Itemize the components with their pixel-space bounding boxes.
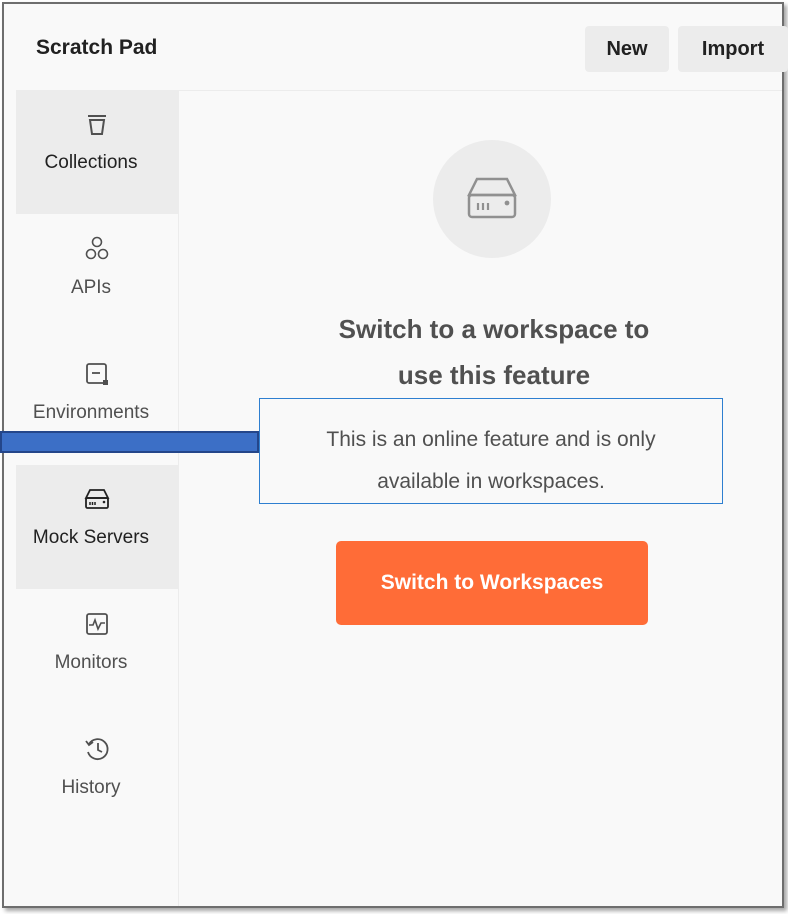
environments-icon bbox=[16, 360, 178, 388]
description-line-1: This is an online feature and is only bbox=[326, 428, 656, 451]
sidebar-item-label: Collections bbox=[44, 152, 138, 173]
monitor-icon bbox=[16, 610, 178, 638]
sidebar-item-label: Monitors bbox=[54, 652, 128, 673]
description-highlight-box: This is an online feature and is only av… bbox=[259, 398, 723, 504]
new-button[interactable]: New bbox=[585, 26, 669, 72]
history-icon bbox=[16, 735, 178, 763]
sidebar-item-history[interactable]: History bbox=[16, 715, 178, 839]
import-button[interactable]: Import bbox=[678, 26, 788, 72]
sidebar-item-label: Environments bbox=[32, 402, 150, 423]
sidebar-item-apis[interactable]: APIs bbox=[16, 215, 178, 339]
server-icon bbox=[466, 177, 518, 219]
annotation-arrow bbox=[0, 431, 259, 453]
feature-description: This is an online feature and is only av… bbox=[260, 419, 722, 503]
workspace-title: Scratch Pad bbox=[36, 36, 158, 59]
description-line-2: available in workspaces. bbox=[377, 470, 605, 493]
sidebar-item-label: Mock Servers bbox=[32, 527, 150, 548]
sidebar: Collections APIs Environments Mock Serve… bbox=[4, 90, 179, 906]
heading-line-1: Switch to a workspace to bbox=[338, 314, 650, 344]
header: Scratch Pad New Import bbox=[4, 4, 788, 91]
sidebar-item-label: APIs bbox=[70, 277, 112, 298]
switch-to-workspaces-button[interactable]: Switch to Workspaces bbox=[336, 541, 648, 625]
sidebar-item-label: History bbox=[61, 777, 121, 798]
server-icon bbox=[16, 485, 178, 513]
apis-icon bbox=[16, 235, 178, 263]
feature-icon-circle bbox=[433, 140, 551, 258]
main-content: Switch to a workspace to use this featur… bbox=[179, 90, 782, 906]
heading-line-2: use this feature bbox=[397, 360, 591, 390]
feature-heading: Switch to a workspace to use this featur… bbox=[239, 306, 749, 398]
sidebar-item-mock-servers[interactable]: Mock Servers bbox=[16, 465, 178, 589]
sidebar-item-monitors[interactable]: Monitors bbox=[16, 590, 178, 714]
trash-bin-icon bbox=[16, 110, 178, 138]
sidebar-item-collections[interactable]: Collections bbox=[16, 90, 178, 214]
app-window: Scratch Pad New Import Collections APIs … bbox=[2, 2, 788, 908]
